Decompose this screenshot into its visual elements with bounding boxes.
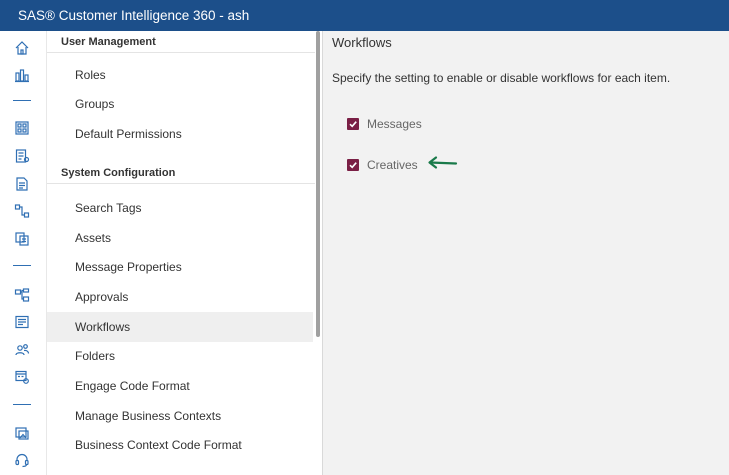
nav-scrollbar[interactable] bbox=[316, 31, 320, 337]
nav-item-assets[interactable]: Assets bbox=[47, 223, 313, 253]
nav-item-business-context-code-format[interactable]: Business Context Code Format bbox=[47, 430, 313, 460]
nav-item-engage-code-format[interactable]: Engage Code Format bbox=[47, 371, 313, 401]
image-gallery-icon[interactable] bbox=[13, 424, 31, 442]
page-description: Specify the setting to enable or disable… bbox=[332, 71, 671, 85]
creatives-label: Creatives bbox=[367, 158, 418, 172]
left-icon-rail bbox=[0, 31, 47, 475]
creatives-checkbox-row[interactable]: Creatives bbox=[347, 158, 418, 172]
settings-navigation: User Management Roles Groups Default Per… bbox=[47, 31, 323, 475]
flow-icon[interactable] bbox=[13, 202, 31, 220]
nav-item-default-permissions[interactable]: Default Permissions bbox=[47, 119, 313, 149]
nav-item-workflows[interactable]: Workflows bbox=[47, 312, 313, 342]
home-icon[interactable] bbox=[13, 39, 31, 57]
people-icon[interactable] bbox=[13, 341, 31, 359]
nav-item-message-properties[interactable]: Message Properties bbox=[47, 252, 313, 282]
nav-section-header-user-management: User Management bbox=[47, 31, 315, 53]
document-icon[interactable] bbox=[13, 175, 31, 193]
messages-label: Messages bbox=[367, 117, 422, 131]
workflows-panel: Workflows Specify the setting to enable … bbox=[323, 31, 729, 475]
hierarchy-icon[interactable] bbox=[13, 286, 31, 304]
app-title: SAS® Customer Intelligence 360 - ash bbox=[18, 8, 250, 23]
messages-checkbox[interactable] bbox=[347, 118, 359, 130]
document-list-icon[interactable] bbox=[13, 147, 31, 165]
arrow-left-icon bbox=[428, 156, 458, 169]
nav-item-search-tags[interactable]: Search Tags bbox=[47, 193, 313, 223]
dashboard-chart-icon[interactable] bbox=[13, 66, 31, 84]
rail-divider bbox=[13, 100, 31, 101]
news-icon[interactable] bbox=[13, 313, 31, 331]
page-title: Workflows bbox=[332, 35, 392, 50]
nav-item-groups[interactable]: Groups bbox=[47, 89, 313, 119]
calendar-settings-icon[interactable] bbox=[13, 368, 31, 386]
grid-icon[interactable] bbox=[13, 119, 31, 137]
nav-section-header-system-configuration: System Configuration bbox=[47, 162, 315, 184]
messages-checkbox-row[interactable]: Messages bbox=[347, 117, 422, 131]
copy-pages-icon[interactable] bbox=[13, 230, 31, 248]
creatives-checkbox[interactable] bbox=[347, 159, 359, 171]
rail-divider bbox=[13, 404, 31, 405]
rail-divider bbox=[13, 265, 31, 266]
nav-item-manage-business-contexts[interactable]: Manage Business Contexts bbox=[47, 401, 313, 431]
nav-item-roles[interactable]: Roles bbox=[47, 60, 313, 90]
nav-item-folders[interactable]: Folders bbox=[47, 341, 313, 371]
nav-item-approvals[interactable]: Approvals bbox=[47, 282, 313, 312]
headset-icon[interactable] bbox=[13, 451, 31, 469]
title-bar: SAS® Customer Intelligence 360 - ash bbox=[0, 0, 729, 31]
